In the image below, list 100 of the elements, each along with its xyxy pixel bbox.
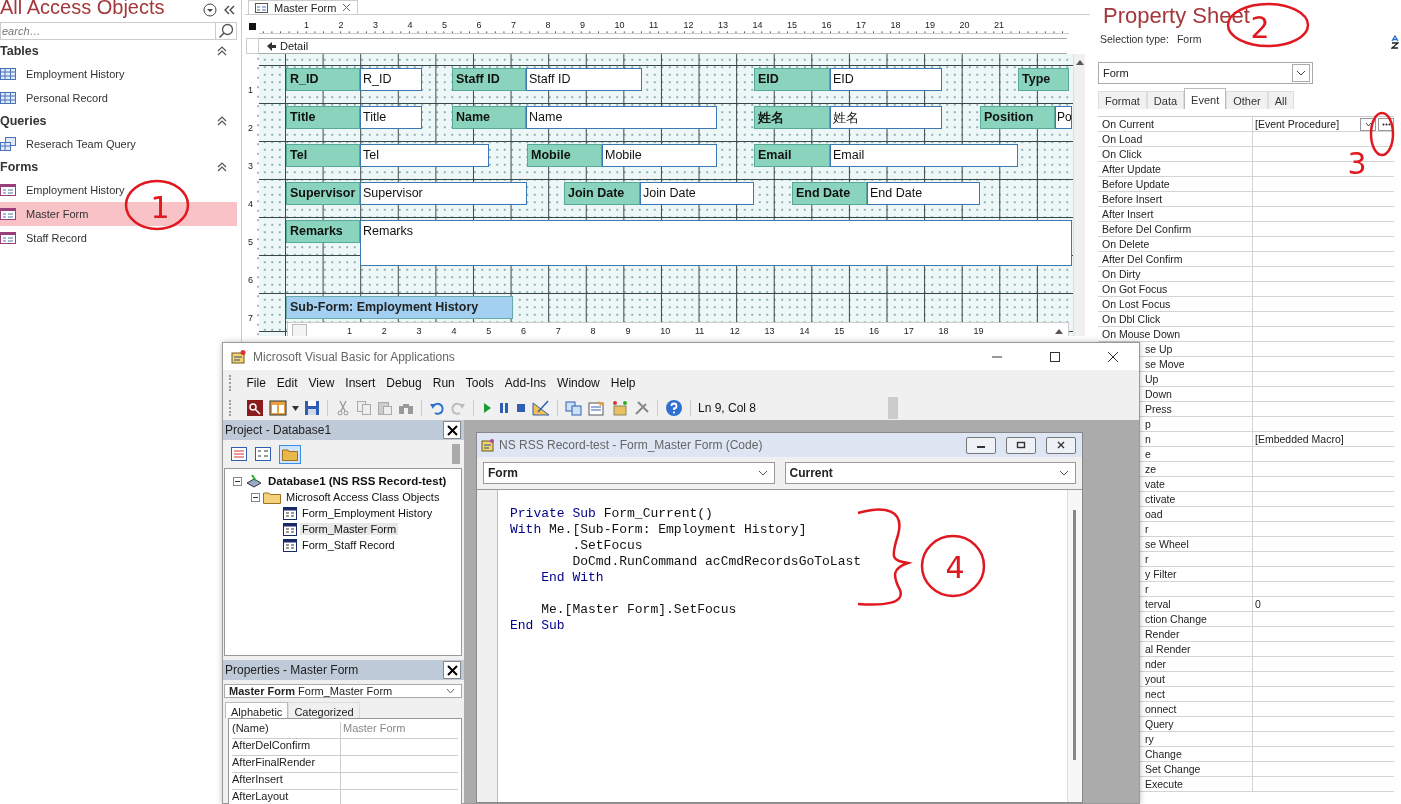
menu-item[interactable]: Debug [380,376,428,390]
text-box[interactable]: 姓名 [830,106,942,129]
collapse-chevron-icon[interactable] [217,116,227,126]
close-icon[interactable] [342,3,352,12]
field-label[interactable]: Staff ID [452,68,526,91]
procedure-dropdown[interactable]: Current [784,462,1076,484]
help-icon[interactable] [665,399,683,417]
text-box[interactable]: R_ID [360,68,422,91]
field-label[interactable]: Remarks [286,220,360,243]
properties-window-icon[interactable] [588,400,606,416]
text-box[interactable]: EID [830,68,942,91]
search-icon[interactable] [215,22,237,40]
field-label[interactable]: End Date [792,182,867,205]
menu-item[interactable]: Add-Ins [499,376,552,390]
navigation-item[interactable]: Reserach Team Query [0,132,140,156]
field-label[interactable]: R_ID [286,68,360,91]
navigation-item[interactable]: Employment History [0,178,129,202]
field-label[interactable]: Type [1018,68,1069,91]
text-box[interactable]: Title [360,106,422,129]
menu-item[interactable]: Window [551,376,606,390]
section-header[interactable]: Detail [259,38,1067,54]
menu-item[interactable]: Edit [271,376,304,390]
property-value[interactable]: [Event Procedure] [1253,117,1394,131]
field-label[interactable]: Mobile [527,144,602,167]
property-value[interactable]: 0 [1253,597,1394,611]
menu-item[interactable]: Help [605,376,641,390]
menu-item[interactable]: Run [427,376,461,390]
search-field[interactable]: earch… [0,22,215,40]
field-label[interactable]: Email [754,144,830,167]
field-label[interactable]: Position [980,106,1055,129]
vertical-scrollbar[interactable] [1073,54,1085,336]
navigation-item[interactable]: Staff Record [0,226,91,250]
tree-item[interactable]: Form_Staff Record [300,539,397,551]
group-header[interactable]: Queries [0,114,47,128]
field-label[interactable]: Join Date [564,182,640,205]
text-box[interactable]: Email [830,144,1018,167]
property-tab[interactable]: Event [1184,88,1227,109]
field-label[interactable]: 姓名 [754,106,830,129]
pause-icon[interactable] [498,402,510,414]
close-button[interactable] [443,661,461,679]
object-browser-icon[interactable] [611,400,629,416]
text-box[interactable]: Mobile [602,144,717,167]
field-label[interactable]: Name [452,106,526,129]
tree-item[interactable]: Form_Master Form [300,523,399,535]
text-box[interactable]: Name [526,106,717,129]
view-code-icon[interactable] [231,447,247,461]
document-tab[interactable]: Master Form [248,0,359,14]
group-header[interactable]: Tables [0,44,39,58]
collapse-chevron-icon[interactable] [217,46,227,56]
text-box[interactable]: Tel [360,144,489,167]
toggle-folders-button[interactable] [279,444,301,464]
collapse-icon[interactable] [223,5,235,15]
dropdown-circle-icon[interactable] [203,3,217,17]
access-view-icon[interactable] [246,399,264,417]
navigation-item[interactable]: Master Form [0,202,93,226]
group-header[interactable]: Forms [0,160,39,174]
project-explorer-icon[interactable] [565,400,583,416]
object-dropdown[interactable]: Form [483,462,775,484]
run-icon[interactable] [481,402,493,414]
property-tab[interactable]: Data [1146,91,1185,109]
menu-item[interactable]: Tools [460,376,500,390]
field-label[interactable]: Supervisor [286,182,360,205]
text-box[interactable]: Po [1055,106,1072,129]
object-dropdown[interactable]: Form [1098,62,1313,84]
close-icon[interactable] [1107,350,1119,363]
restore-button[interactable] [1006,436,1036,454]
tree-item[interactable]: Database1 (NS RSS Record-test) [266,475,449,487]
scroll-up-icon[interactable] [1074,58,1085,66]
property-value[interactable]: Master Form [341,722,458,738]
menu-item[interactable]: File [241,376,272,390]
collapse-box-icon[interactable] [251,492,260,502]
close-button[interactable] [443,421,461,439]
menu-item[interactable]: View [303,376,340,390]
property-tab[interactable]: Format [1098,91,1147,109]
collapse-chevron-icon[interactable] [217,162,227,172]
tree-item[interactable]: Form_Employment History [300,507,435,519]
view-object-icon[interactable] [255,447,271,461]
text-box[interactable]: Join Date [640,182,754,205]
field-label[interactable]: EID [754,68,830,91]
insert-form-icon[interactable] [269,399,287,417]
properties-tab[interactable]: Alphabetic [225,702,289,718]
tree-item[interactable]: Microsoft Access Class Objects [284,491,442,503]
property-tab[interactable]: Other [1226,91,1268,109]
field-label[interactable]: Title [286,106,360,129]
design-mode-icon[interactable] [532,400,550,416]
sort-icon[interactable] [1391,35,1399,49]
collapse-box-icon[interactable] [233,476,242,486]
property-value[interactable]: [Embedded Macro] [1253,432,1394,446]
text-box[interactable]: End Date [867,182,980,205]
text-box[interactable]: Staff ID [526,68,642,91]
minimize-button[interactable] [966,436,996,454]
subform-label[interactable]: Sub-Form: Employment History [286,296,513,319]
text-box[interactable]: Supervisor [360,182,527,205]
text-box[interactable]: Remarks [360,220,1072,266]
menu-item[interactable]: Insert [339,376,381,390]
object-dropdown[interactable]: Master Form Form_Master Form [224,684,462,698]
stop-icon[interactable] [515,402,527,414]
maximize-icon[interactable] [1049,350,1061,363]
toolbox-icon[interactable] [634,400,650,416]
dropdown-arrow-icon[interactable] [292,405,299,411]
